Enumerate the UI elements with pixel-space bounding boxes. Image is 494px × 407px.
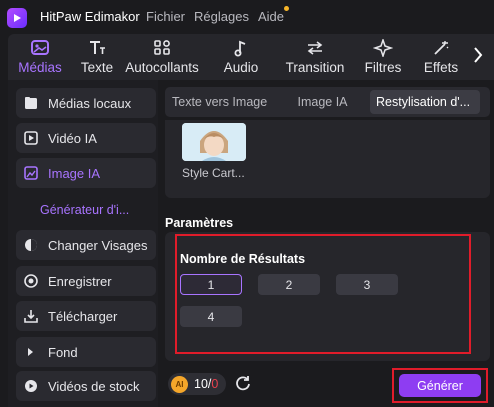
tool-label: Autocollants	[125, 60, 199, 75]
tool-transition[interactable]: Transition	[280, 34, 350, 80]
tab-texte-vers-image[interactable]: Texte vers Image	[165, 90, 275, 114]
result-option-4[interactable]: 4	[180, 306, 242, 327]
sidebar-item-fond[interactable]: Fond	[16, 337, 156, 367]
transition-arrows-icon	[307, 41, 323, 55]
result-option-3[interactable]: 3	[336, 274, 398, 295]
menu-aide[interactable]: Aide	[257, 6, 289, 24]
style-label: Style Cart...	[182, 166, 245, 180]
app-logo-icon	[7, 8, 27, 28]
sidebar-item-changer-visages[interactable]: Changer Visages	[16, 230, 156, 260]
sidebar-item-videos-de-stock[interactable]: Vidéos de stock	[16, 371, 156, 401]
play-circle-icon	[24, 379, 42, 393]
tool-label: Filtres	[364, 60, 402, 75]
tool-autocollants[interactable]: Autocollants	[122, 34, 202, 80]
app-name: HitPaw Edimakor	[40, 9, 140, 24]
tab-restylisation[interactable]: Restylisation d'...	[370, 90, 480, 114]
title-bar: HitPaw Edimakor Fichier Réglages Aide	[0, 0, 494, 34]
tool-label: Audio	[223, 60, 259, 75]
magic-wand-icon	[434, 41, 449, 55]
folder-icon	[24, 96, 42, 110]
tab-image-ia[interactable]: Image IA	[275, 90, 370, 114]
params-panel: Nombre de Résultats 1 2 3 4	[165, 232, 490, 361]
credits-total: 0	[211, 377, 219, 391]
style-panel: Style Cart...	[165, 120, 490, 198]
sparkle-icon	[373, 39, 393, 57]
record-icon	[24, 274, 42, 288]
menu-bar: Fichier Réglages Aide	[146, 6, 289, 24]
sidebar-item-label: Changer Visages	[48, 237, 148, 253]
menu-reglages[interactable]: Réglages	[194, 9, 249, 24]
music-note-icon	[234, 40, 246, 57]
menu-aide-label: Aide	[257, 9, 284, 24]
result-option-1[interactable]: 1	[180, 274, 242, 295]
face-swap-icon	[24, 238, 42, 252]
sidebar-item-label: Télécharger	[48, 308, 118, 324]
tool-label: Transition	[285, 60, 345, 75]
params-title: Paramètres	[165, 216, 234, 230]
notification-dot	[283, 6, 289, 11]
ai-video-icon	[24, 131, 42, 145]
sidebar-item-video-ia[interactable]: Vidéo IA	[16, 123, 156, 153]
tool-label: Texte	[80, 60, 114, 75]
tool-label: Médias	[18, 60, 62, 75]
sidebar-item-label: Enregistrer	[48, 273, 112, 289]
menu-fichier[interactable]: Fichier	[146, 9, 185, 24]
ai-image-icon	[24, 166, 42, 180]
style-thumbnail[interactable]	[182, 123, 246, 161]
credit-counter: AI 10/0	[168, 373, 226, 395]
sidebar: Médias locaux Vidéo IA Image IA Générate…	[8, 80, 158, 407]
sidebar-item-label: Fond	[48, 344, 78, 360]
tool-filtres[interactable]: Filtres	[350, 34, 416, 80]
text-icon	[90, 41, 105, 54]
coin-icon: AI	[171, 375, 188, 393]
credits-used: 10	[194, 377, 208, 391]
tool-audio[interactable]: Audio	[202, 34, 280, 80]
tool-label: Effets	[423, 60, 459, 75]
generate-highlight-box: Générer	[392, 368, 488, 403]
media-icon	[31, 40, 49, 55]
main-panel: Texte vers Image Image IA Restylisation …	[158, 80, 494, 407]
triangle-right-icon	[24, 345, 42, 359]
refresh-icon[interactable]	[234, 374, 252, 392]
sidebar-item-medias-locaux[interactable]: Médias locaux	[16, 88, 156, 118]
sidebar-item-enregistrer[interactable]: Enregistrer	[16, 266, 156, 296]
tab-bar: Texte vers Image Image IA Restylisation …	[165, 87, 490, 117]
sidebar-item-image-ia[interactable]: Image IA	[16, 158, 156, 188]
result-option-2[interactable]: 2	[258, 274, 320, 295]
sidebar-item-label: Image IA	[48, 165, 101, 181]
stickers-icon	[154, 40, 170, 55]
tool-texte[interactable]: Texte	[72, 34, 122, 80]
sidebar-item-label: Vidéos de stock	[48, 378, 140, 394]
chevron-right-icon[interactable]	[472, 46, 484, 64]
sidebar-item-telecharger[interactable]: Télécharger	[16, 301, 156, 331]
download-icon	[24, 309, 42, 323]
sidebar-subitem-generateur[interactable]: Générateur d'i...	[40, 203, 129, 217]
sidebar-item-label: Vidéo IA	[48, 130, 97, 146]
footer-bar: AI 10/0 Générer	[158, 363, 494, 407]
generate-button[interactable]: Générer	[399, 374, 481, 397]
main-toolbar: Médias Texte Autocollants Audio Transiti…	[8, 34, 494, 80]
results-title: Nombre de Résultats	[180, 252, 306, 266]
sidebar-item-label: Médias locaux	[48, 95, 132, 111]
tool-medias[interactable]: Médias	[8, 34, 72, 80]
tool-effets[interactable]: Effets	[416, 34, 466, 80]
